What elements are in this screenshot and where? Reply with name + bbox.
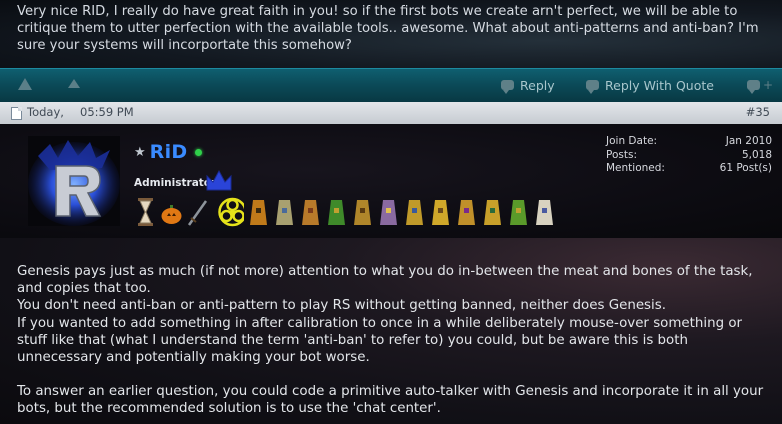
cape-10-icon xyxy=(484,200,501,225)
quote-icon xyxy=(586,80,599,94)
reply-icon xyxy=(501,80,514,94)
post-paragraph-3: If you wanted to add something in after … xyxy=(17,315,743,366)
mentioned-row: Mentioned: 61 Post(s) xyxy=(606,162,772,176)
post-author-info: ★ RiD Administrator Join Date: Jan 2010 … xyxy=(0,124,782,238)
posts-row: Posts: 5,018 xyxy=(606,149,772,163)
reply-with-quote-button[interactable]: Reply With Quote xyxy=(586,76,714,94)
biohazard-icon xyxy=(218,197,244,227)
award-list xyxy=(134,196,556,228)
post-paragraph-1: Genesis pays just as much (if not more) … xyxy=(17,264,753,297)
username-link[interactable]: RiD xyxy=(150,141,188,163)
mentioned-label: Mentioned: xyxy=(606,162,665,174)
multi-quote-button[interactable]: + xyxy=(747,76,773,94)
mentioned-value[interactable]: 61 Post(s) xyxy=(720,162,772,176)
post-message: Genesis pays just as much (if not more) … xyxy=(17,263,772,418)
cape-4-icon xyxy=(328,200,345,225)
scroll-up-icon[interactable] xyxy=(68,79,80,88)
hourglass-icon xyxy=(138,198,153,226)
reply-label: Reply xyxy=(520,77,555,93)
user-avatar[interactable] xyxy=(28,136,120,226)
join-date-label: Join Date: xyxy=(606,135,658,147)
cape-5-icon xyxy=(354,200,371,225)
sword-icon xyxy=(187,200,208,226)
post-date: Today, xyxy=(27,105,64,119)
reply-button[interactable]: Reply xyxy=(501,76,555,94)
cape-7-icon xyxy=(406,200,423,225)
post-status-icon xyxy=(11,107,22,120)
join-date-value: Jan 2010 xyxy=(725,135,772,147)
previous-post: Very nice RID, I really do have great fa… xyxy=(0,0,782,68)
star-icon: ★ xyxy=(134,144,146,160)
cape-2-icon xyxy=(276,200,293,225)
pumpkin-icon xyxy=(161,205,182,224)
cape-9-icon xyxy=(458,200,475,225)
post-paragraph-4: To answer an earlier question, you could… xyxy=(17,384,764,417)
post-time: 05:59 PM xyxy=(80,105,134,119)
post-body: Genesis pays just as much (if not more) … xyxy=(0,238,782,424)
crown-icon xyxy=(206,169,232,191)
cape-12-icon xyxy=(536,200,553,225)
user-stats: Join Date: Jan 2010 Posts: 5,018 Mention… xyxy=(606,135,772,176)
cape-3-icon xyxy=(302,200,319,225)
user-title: Administrator xyxy=(134,177,217,189)
cape-8-icon xyxy=(432,200,449,225)
post-number-link[interactable]: #35 xyxy=(746,105,770,119)
report-warning-icon[interactable] xyxy=(18,78,32,90)
post-header: Today, 05:59 PM #35 xyxy=(0,102,782,125)
online-status-icon xyxy=(195,148,203,156)
posts-value: 5,018 xyxy=(741,148,772,161)
previous-post-text: Very nice RID, I really do have great fa… xyxy=(17,4,759,53)
posts-label: Posts: xyxy=(606,148,637,161)
post-action-bar: Reply Reply With Quote + xyxy=(0,68,782,103)
join-date-row: Join Date: Jan 2010 xyxy=(606,135,772,149)
cape-11-icon xyxy=(510,200,527,225)
multi-quote-icon xyxy=(747,80,760,94)
post-paragraph-2: You don't need anti-ban or anti-pattern … xyxy=(17,298,666,314)
username-row: ★ RiD xyxy=(134,141,203,163)
cape-1-icon xyxy=(250,200,267,225)
reply-with-quote-label: Reply With Quote xyxy=(605,77,714,93)
multi-quote-plus-icon: + xyxy=(763,78,774,92)
cape-6-icon xyxy=(380,200,397,225)
